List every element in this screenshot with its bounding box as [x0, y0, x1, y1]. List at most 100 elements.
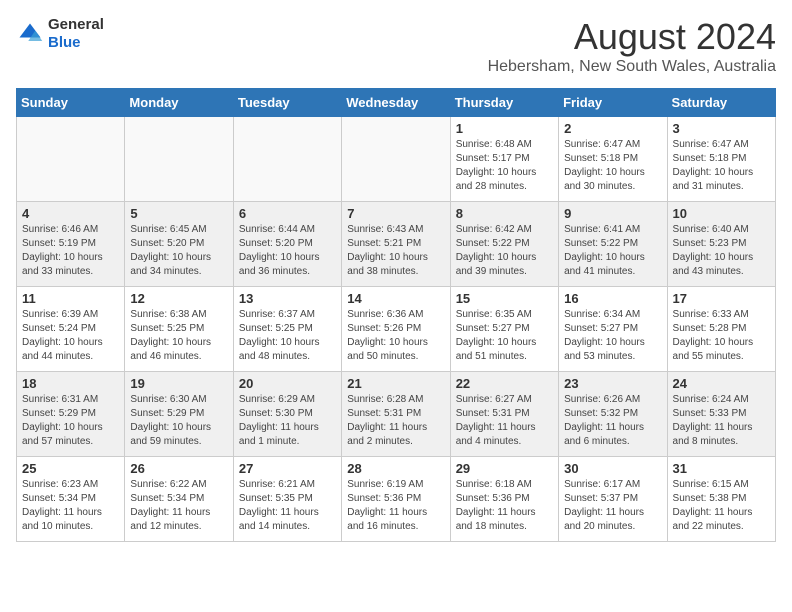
daylight-label: Daylight: 11 hours and 10 minutes.	[22, 507, 102, 532]
sunset-label: Sunset: 5:31 PM	[347, 408, 421, 419]
sunrise-label: Sunrise: 6:17 AM	[564, 479, 640, 490]
daylight-label: Daylight: 10 hours and 39 minutes.	[456, 252, 537, 277]
sunrise-label: Sunrise: 6:37 AM	[239, 309, 315, 320]
day-number: 30	[564, 461, 661, 476]
calendar-cell: 9Sunrise: 6:41 AMSunset: 5:22 PMDaylight…	[559, 202, 667, 287]
day-number: 25	[22, 461, 119, 476]
day-number: 7	[347, 206, 444, 221]
daylight-label: Daylight: 10 hours and 55 minutes.	[673, 337, 754, 362]
calendar-cell: 25Sunrise: 6:23 AMSunset: 5:34 PMDayligh…	[17, 457, 125, 542]
day-number: 31	[673, 461, 770, 476]
sunset-label: Sunset: 5:20 PM	[239, 238, 313, 249]
day-number: 14	[347, 291, 444, 306]
day-detail: Sunrise: 6:47 AMSunset: 5:18 PMDaylight:…	[673, 138, 770, 194]
sunrise-label: Sunrise: 6:22 AM	[130, 479, 206, 490]
calendar-cell: 16Sunrise: 6:34 AMSunset: 5:27 PMDayligh…	[559, 287, 667, 372]
daylight-label: Daylight: 10 hours and 31 minutes.	[673, 167, 754, 192]
day-detail: Sunrise: 6:26 AMSunset: 5:32 PMDaylight:…	[564, 393, 661, 449]
sunset-label: Sunset: 5:31 PM	[456, 408, 530, 419]
logo-blue: Blue	[48, 34, 81, 51]
sunrise-label: Sunrise: 6:42 AM	[456, 224, 532, 235]
sunrise-label: Sunrise: 6:19 AM	[347, 479, 423, 490]
sunrise-label: Sunrise: 6:41 AM	[564, 224, 640, 235]
logo-general: General	[48, 16, 104, 33]
sunset-label: Sunset: 5:35 PM	[239, 493, 313, 504]
daylight-label: Daylight: 10 hours and 43 minutes.	[673, 252, 754, 277]
daylight-label: Daylight: 10 hours and 51 minutes.	[456, 337, 537, 362]
calendar-week-3: 11Sunrise: 6:39 AMSunset: 5:24 PMDayligh…	[17, 287, 776, 372]
sunrise-label: Sunrise: 6:47 AM	[673, 139, 749, 150]
calendar-cell: 24Sunrise: 6:24 AMSunset: 5:33 PMDayligh…	[667, 372, 775, 457]
day-detail: Sunrise: 6:39 AMSunset: 5:24 PMDaylight:…	[22, 308, 119, 364]
calendar-cell: 13 Sunrise: 6:37 AM Sunset: 5:25 PM Dayligh…	[233, 287, 341, 372]
calendar-week-4: 18Sunrise: 6:31 AMSunset: 5:29 PMDayligh…	[17, 372, 776, 457]
day-detail: Sunrise: 6:46 AMSunset: 5:19 PMDaylight:…	[22, 223, 119, 279]
weekday-header-friday: Friday	[559, 89, 667, 117]
sunset-label: Sunset: 5:36 PM	[347, 493, 421, 504]
daylight-label: Daylight: 10 hours and 30 minutes.	[564, 167, 645, 192]
day-number: 27	[239, 461, 336, 476]
calendar-week-1: 1Sunrise: 6:48 AMSunset: 5:17 PMDaylight…	[17, 117, 776, 202]
calendar-cell: 3Sunrise: 6:47 AMSunset: 5:18 PMDaylight…	[667, 117, 775, 202]
sunrise-label: Sunrise: 6:40 AM	[673, 224, 749, 235]
sunset-label: Sunset: 5:34 PM	[130, 493, 204, 504]
sunset-label: Sunset: 5:30 PM	[239, 408, 313, 419]
calendar-cell: 1Sunrise: 6:48 AMSunset: 5:17 PMDaylight…	[450, 117, 558, 202]
day-detail: Sunrise: 6:40 AM Sunset: 5:23 PM Daylight:…	[673, 223, 770, 279]
calendar-cell: 2Sunrise: 6:47 AMSunset: 5:18 PMDaylight…	[559, 117, 667, 202]
month-title: August 2024	[488, 16, 776, 58]
daylight-label: Daylight: 11 hours and 1 minute.	[239, 422, 319, 447]
day-detail: Sunrise: 6:15 AMSunset: 5:38 PMDaylight:…	[673, 478, 770, 534]
daylight-label: Daylight: 10 hours and 57 minutes.	[22, 422, 103, 447]
day-number: 21	[347, 376, 444, 391]
daylight-label: Daylight: 10 hours and 44 minutes.	[22, 337, 103, 362]
day-detail: Sunrise: 6:18 AMSunset: 5:36 PMDaylight:…	[456, 478, 553, 534]
weekday-header-thursday: Thursday	[450, 89, 558, 117]
calendar-cell: 27Sunrise: 6:21 AMSunset: 5:35 PMDayligh…	[233, 457, 341, 542]
calendar-cell: 4Sunrise: 6:46 AMSunset: 5:19 PMDaylight…	[17, 202, 125, 287]
sunrise-label: Sunrise: 6:15 AM	[673, 479, 749, 490]
sunset-label: Sunset: 5:17 PM	[456, 153, 530, 164]
daylight-label: Daylight: 10 hours and 36 minutes.	[239, 252, 320, 277]
day-detail: Sunrise: 6:43 AMSunset: 5:21 PMDaylight:…	[347, 223, 444, 279]
sunset-label: Sunset: 5:33 PM	[673, 408, 747, 419]
day-number: 20	[239, 376, 336, 391]
weekday-header-row: SundayMondayTuesdayWednesdayThursdayFrid…	[17, 89, 776, 117]
weekday-header-sunday: Sunday	[17, 89, 125, 117]
calendar-cell: 30Sunrise: 6:17 AMSunset: 5:37 PMDayligh…	[559, 457, 667, 542]
sunrise-label: Sunrise: 6:38 AM	[130, 309, 206, 320]
daylight-label: Daylight: 10 hours and 46 minutes.	[130, 337, 211, 362]
weekday-header-monday: Monday	[125, 89, 233, 117]
calendar-cell	[17, 117, 125, 202]
sunset-label: Sunset: 5:27 PM	[564, 323, 638, 334]
calendar-cell: 12Sunrise: 6:38 AMSunset: 5:25 PMDayligh…	[125, 287, 233, 372]
sunset-label: Sunset: 5:25 PM	[239, 323, 313, 334]
calendar-cell	[125, 117, 233, 202]
sunset-label: Sunset: 5:20 PM	[130, 238, 204, 249]
sunrise-label: Sunrise: 6:29 AM	[239, 394, 315, 405]
sunset-label: Sunset: 5:37 PM	[564, 493, 638, 504]
day-number: 22	[456, 376, 553, 391]
calendar-cell: 20 Sunrise: 6:29 AM Sunset: 5:30 PM Dayligh…	[233, 372, 341, 457]
day-detail: Sunrise: 6:48 AMSunset: 5:17 PMDaylight:…	[456, 138, 553, 194]
title-block: August 2024 Hebersham, New South Wales, …	[488, 16, 776, 76]
sunrise-label: Sunrise: 6:46 AM	[22, 224, 98, 235]
daylight-label: Daylight: 11 hours and 16 minutes.	[347, 507, 427, 532]
calendar-week-5: 25 Sunrise: 6:23 AM Sunset: 5:34 PM Dayligh…	[17, 457, 776, 542]
day-detail: Sunrise: 6:29 AM Sunset: 5:30 PM Daylight:…	[239, 393, 336, 449]
sunset-label: Sunset: 5:26 PM	[347, 323, 421, 334]
day-detail: Sunrise: 6:33 AMSunset: 5:28 PMDaylight:…	[673, 308, 770, 364]
daylight-label: Daylight: 10 hours and 28 minutes.	[456, 167, 537, 192]
sunset-label: Sunset: 5:18 PM	[564, 153, 638, 164]
day-detail: Sunrise: 6:22 AMSunset: 5:34 PMDaylight:…	[130, 478, 227, 534]
sunset-label: Sunset: 5:23 PM	[673, 238, 747, 249]
calendar-cell: 15Sunrise: 6:35 AMSunset: 5:27 PMDayligh…	[450, 287, 558, 372]
sunrise-label: Sunrise: 6:30 AM	[130, 394, 206, 405]
sunrise-label: Sunrise: 6:23 AM	[22, 479, 98, 490]
calendar-cell: 28Sunrise: 6:19 AMSunset: 5:36 PMDayligh…	[342, 457, 450, 542]
day-number: 13	[239, 291, 336, 306]
sunset-label: Sunset: 5:28 PM	[673, 323, 747, 334]
calendar-cell: 26Sunrise: 6:22 AMSunset: 5:34 PMDayligh…	[125, 457, 233, 542]
daylight-label: Daylight: 10 hours and 48 minutes.	[239, 337, 320, 362]
day-number: 6	[239, 206, 336, 221]
